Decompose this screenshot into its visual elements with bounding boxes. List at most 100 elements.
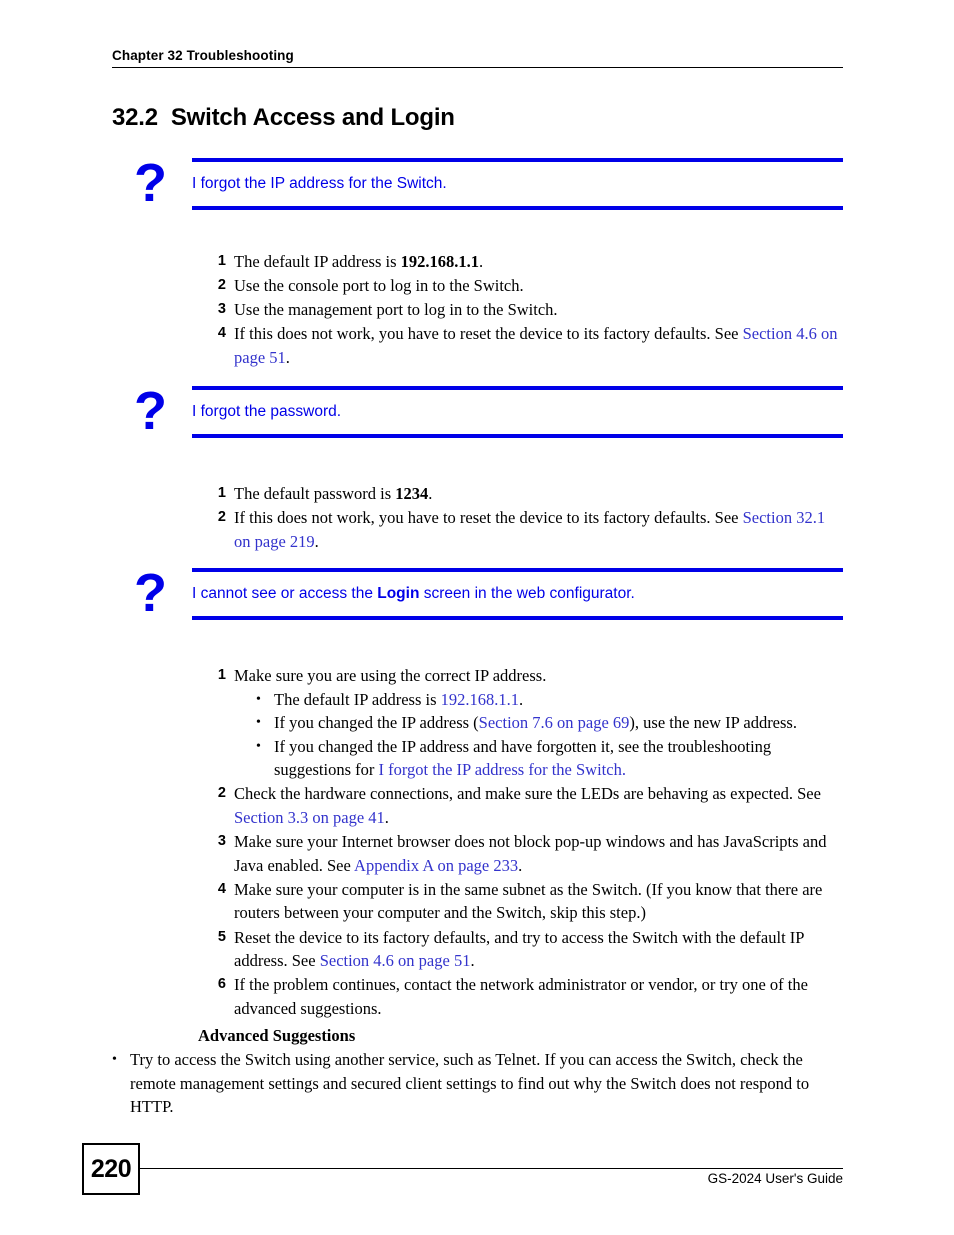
step-number: 4 — [217, 325, 226, 342]
list-item: 3 Use the management port to log in to th… — [112, 298, 843, 322]
list-item: • The default IP address is 192.168.1.1. — [256, 688, 843, 712]
faq-answer-list: 1 The default password is 1234. 2 If this d… — [112, 482, 843, 554]
body-text: . — [518, 855, 523, 875]
list-item: 3 Make sure your Internet browser does no… — [112, 830, 843, 877]
question-text: I cannot see or access the Login screen … — [192, 572, 843, 616]
numbered-step-list: 1 The default IP address is 192.168.1.1. 2… — [112, 250, 843, 369]
step-text: The default password is 1234. — [234, 482, 843, 506]
advanced-suggestions-heading: Advanced Suggestions — [198, 1026, 356, 1046]
question-banner: I forgot the password. — [192, 386, 843, 438]
list-item: 4 Make sure your computer is in the same … — [112, 878, 843, 925]
list-item: 1 The default password is 1234. — [112, 482, 843, 506]
question-mark-icon: ? — [134, 153, 167, 213]
list-item: 2 Check the hardware connections, and mak… — [112, 782, 843, 829]
page-number: 220 — [90, 1154, 132, 1183]
list-item: • Try to access the Switch using another … — [112, 1048, 843, 1119]
cross-reference-link[interactable]: 192.168.1.1 — [441, 690, 519, 709]
advanced-suggestions-list: • Try to access the Switch using another … — [112, 1048, 843, 1119]
list-item: 6 If the problem continues, contact the n… — [112, 973, 843, 1020]
step-number: 2 — [217, 277, 226, 294]
question-rule-bottom — [192, 616, 843, 620]
body-text: . — [314, 531, 319, 551]
body-text: If you changed the IP address ( — [274, 713, 479, 733]
cross-reference-link[interactable]: Appendix A on page 233 — [354, 856, 518, 875]
body-text: . — [285, 347, 290, 367]
body-text: . — [428, 484, 433, 503]
list-item: • If you changed the IP address (Section … — [256, 711, 843, 735]
step-text: Use the console port to log in to the Sw… — [234, 274, 843, 298]
step-number: 1 — [217, 253, 226, 269]
body-text: The default IP address is — [234, 252, 401, 271]
body-text: Make sure your computer is in the same s… — [234, 879, 823, 923]
question-text-segment: I forgot the password. — [192, 403, 342, 420]
step-text: If this does not work, you have to reset… — [234, 322, 843, 369]
bullet-text: If you changed the IP address (Section 7… — [274, 713, 797, 732]
question-bold-term: Login — [377, 585, 420, 602]
page-footer: 220 GS-2024 User's Guide — [82, 1143, 843, 1203]
cross-reference-link[interactable]: I forgot the IP address for the Switch. — [379, 760, 626, 779]
step-text: If the problem continues, contact the ne… — [234, 973, 843, 1020]
bullet-text: The default IP address is 192.168.1.1. — [274, 690, 523, 709]
body-text: Try to access the Switch using another s… — [130, 1050, 810, 1117]
step-number: 3 — [217, 301, 226, 318]
question-text-segment: I cannot see or access the — [192, 585, 378, 602]
body-text: ), use the new IP address. — [629, 713, 797, 733]
step-text: Reset the device to its factory defaults… — [234, 926, 843, 973]
body-text: Use the management port to log in to the… — [234, 300, 558, 320]
step-number: 6 — [217, 976, 226, 993]
question-text-segment: screen in the web configurator. — [419, 585, 635, 602]
emphasized-text: 1234 — [395, 484, 429, 503]
step-number: 2 — [217, 509, 226, 526]
list-item: • If you changed the IP address and have … — [256, 735, 843, 782]
question-mark-icon: ? — [134, 563, 167, 623]
document-page: Chapter 32 Troubleshooting 32.2 Switch A… — [0, 0, 954, 1235]
step-text: Make sure you are using the correct IP a… — [234, 664, 843, 688]
step-number: 1 — [217, 485, 226, 501]
list-item: 2 Use the console port to log in to the S… — [112, 274, 843, 298]
page-number-box: 220 — [82, 1143, 140, 1195]
cross-reference-link[interactable]: Section 3.3 on page 41 — [234, 808, 385, 827]
footer-divider — [140, 1168, 843, 1169]
question-rule-bottom — [192, 434, 843, 438]
bullet-text: Try to access the Switch using another s… — [130, 1050, 809, 1116]
step-text: The default IP address is 192.168.1.1. — [234, 250, 843, 274]
bullet-icon: • — [256, 715, 261, 731]
body-text: . — [384, 808, 389, 828]
cross-reference-link[interactable]: Section 4.6 on page 51 — [320, 951, 471, 970]
step-number: 3 — [217, 833, 226, 850]
question-banner: I cannot see or access the Login screen … — [192, 568, 843, 620]
question-text-segment: I forgot the IP address for the Switch. — [192, 175, 447, 192]
list-item: 1 The default IP address is 192.168.1.1. — [112, 250, 843, 274]
question-banner: I forgot the IP address for the Switch. — [192, 158, 843, 210]
list-item: 5 Reset the device to its factory default… — [112, 926, 843, 973]
body-text: . — [470, 951, 475, 971]
question-text: I forgot the IP address for the Switch. — [192, 162, 843, 206]
step-text: Make sure your computer is in the same s… — [234, 878, 843, 925]
faq-answer-list: 1 Make sure you are using the correct IP … — [112, 664, 843, 1119]
body-text: If the problem continues, contact the ne… — [234, 975, 808, 1018]
bullet-icon: • — [112, 1052, 117, 1067]
question-text: I forgot the password. — [192, 390, 843, 434]
step-text: If this does not work, you have to reset… — [234, 506, 843, 553]
list-item: 4 If this does not work, you have to rese… — [112, 322, 843, 369]
body-text: If this does not work, you have to reset… — [234, 324, 743, 344]
numbered-step-list: 1 The default password is 1234. 2 If this d… — [112, 482, 843, 553]
step-text: Make sure your Internet browser does not… — [234, 830, 843, 877]
body-text: Check the hardware connections, and make… — [234, 784, 821, 804]
body-text: The default IP address is — [274, 689, 441, 709]
chapter-label: Chapter 32 Troubleshooting — [112, 48, 294, 63]
step-text: Use the management port to log in to the… — [234, 298, 843, 322]
body-text: The default password is — [234, 484, 396, 503]
step-number: 2 — [217, 785, 226, 802]
sub-bullet-list: • The default IP address is 192.168.1.1. •… — [234, 688, 843, 782]
body-text: Make sure your Internet browser does not… — [234, 832, 827, 875]
numbered-step-list: 1 Make sure you are using the correct IP … — [112, 664, 843, 1020]
body-text: If this does not work, you have to reset… — [234, 508, 743, 528]
step-text: Check the hardware connections, and make… — [234, 782, 843, 829]
step-number: 5 — [217, 928, 226, 945]
body-text: Make sure you are using the correct IP a… — [234, 666, 547, 685]
faq-answer-list: 1 The default IP address is 192.168.1.1. 2… — [112, 250, 843, 370]
cross-reference-link[interactable]: Section 7.6 on page 69 — [479, 713, 630, 732]
list-item: 1 Make sure you are using the correct IP … — [112, 664, 843, 782]
body-text: Use the console port to log in to the Sw… — [234, 276, 524, 296]
